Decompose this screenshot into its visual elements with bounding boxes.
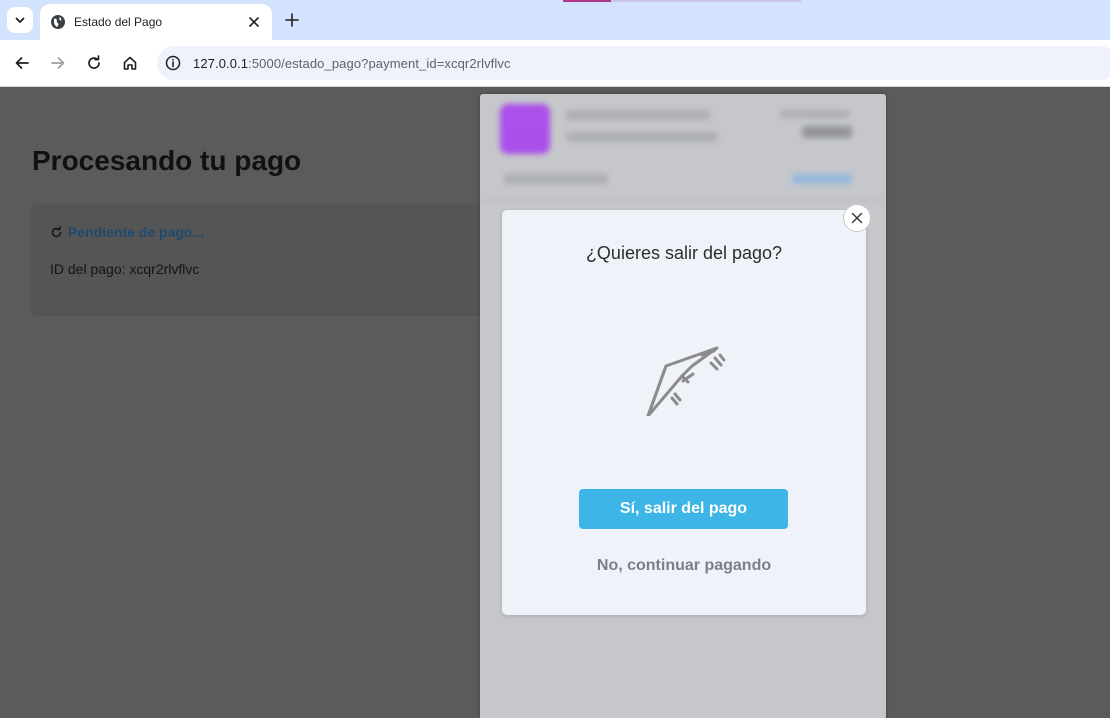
status-card: Pendiente de pago... ID del pago: xcqr2r… bbox=[32, 204, 492, 314]
home-icon bbox=[123, 56, 137, 70]
refresh-icon bbox=[51, 225, 62, 237]
blurred-amount-label bbox=[780, 110, 850, 118]
new-tab-button[interactable] bbox=[282, 10, 302, 30]
confirm-exit-button[interactable]: Sí, salir del pago bbox=[579, 489, 788, 529]
reload-button[interactable] bbox=[83, 52, 105, 74]
arrow-right-icon bbox=[51, 57, 65, 69]
arrow-left-icon bbox=[15, 57, 29, 69]
tab-search-button[interactable] bbox=[7, 7, 33, 33]
globe-icon bbox=[51, 15, 65, 29]
browser-tabstrip: Estado del Pago bbox=[0, 0, 1110, 40]
close-icon bbox=[851, 212, 863, 224]
chevron-down-icon bbox=[15, 17, 25, 23]
site-info-button[interactable] bbox=[163, 53, 183, 73]
close-icon bbox=[249, 17, 259, 27]
blurred-merchant-detail bbox=[566, 132, 718, 142]
payment-status: Pendiente de pago... bbox=[68, 224, 205, 240]
url-path: :5000/estado_pago?payment_id=xcqr2rlvflv… bbox=[248, 55, 511, 71]
dialog-title: ¿Quieres salir del pago? bbox=[585, 243, 783, 263]
tab-title: Estado del Pago bbox=[74, 15, 163, 29]
tab-group-indicator bbox=[563, 0, 611, 2]
address-bar[interactable]: 127.0.0.1:5000/estado_pago?payment_id=xc… bbox=[157, 46, 1110, 80]
hang-glider-icon bbox=[646, 346, 726, 416]
status-line: Pendiente de pago... bbox=[50, 224, 204, 240]
exit-payment-dialog: ¿Quieres salir del pago? Sí, salir del p… bbox=[502, 210, 866, 615]
payment-id: ID del pago: xcqr2rlvflvc bbox=[50, 261, 200, 277]
tab-estado-del-pago[interactable]: Estado del Pago bbox=[40, 4, 272, 40]
blurred-merchant-name bbox=[566, 110, 710, 120]
blurred-divider bbox=[480, 200, 886, 202]
back-button[interactable] bbox=[11, 52, 33, 74]
blurred-details-label bbox=[504, 174, 608, 184]
forward-button[interactable] bbox=[47, 52, 69, 74]
tab-close-button[interactable] bbox=[246, 14, 262, 30]
info-icon bbox=[165, 55, 181, 71]
page-title: Procesando tu pago bbox=[32, 145, 302, 176]
browser-toolbar: 127.0.0.1:5000/estado_pago?payment_id=xc… bbox=[0, 40, 1110, 87]
dialog-close-button[interactable] bbox=[843, 204, 871, 232]
tab-group-indicator-secondary bbox=[611, 0, 801, 2]
merchant-logo bbox=[500, 104, 550, 154]
home-button[interactable] bbox=[119, 52, 141, 74]
continue-paying-button[interactable]: No, continuar pagando bbox=[502, 557, 866, 575]
blurred-amount bbox=[802, 126, 852, 138]
reload-icon bbox=[88, 55, 100, 69]
blurred-details-link bbox=[792, 174, 852, 184]
url-host: 127.0.0.1 bbox=[193, 55, 249, 71]
url-text: 127.0.0.1:5000/estado_pago?payment_id=xc… bbox=[193, 56, 511, 71]
plus-icon bbox=[285, 13, 299, 27]
